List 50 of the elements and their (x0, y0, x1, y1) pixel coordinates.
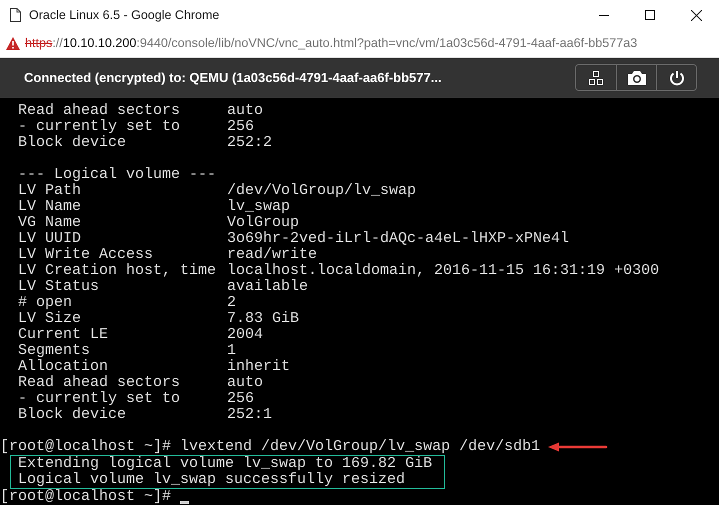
terminal-text: LV Status (18, 279, 100, 295)
terminal-text: /dev/VolGroup/lv_swap (227, 183, 416, 199)
terminal-text: LV Path (18, 183, 82, 199)
terminal-text: Segments (18, 343, 92, 359)
terminal-text: VG Name (18, 215, 82, 231)
terminal-text: - currently set to (18, 119, 182, 135)
terminal-text: VolGroup (227, 215, 300, 231)
maximize-icon (645, 10, 655, 20)
terminal-text: Allocation (18, 359, 110, 375)
terminal-text: Read ahead sectors (18, 103, 182, 119)
close-icon (690, 10, 702, 20)
terminal-text: LV UUID (18, 231, 82, 247)
terminal-text: 2004 (227, 327, 264, 343)
terminal-text: Block device (18, 407, 128, 423)
terminal-text: - currently set to (18, 391, 182, 407)
terminal-text: LV Name (18, 199, 82, 215)
terminal-text: --- Logical volume --- (18, 167, 216, 183)
terminal-text: Extending logical volume lv_swap to 169.82 GiB (18, 456, 434, 472)
terminal-text: 3o69hr-2ved-iLrl-dAQc-a4eL-lHXP-xPNe4l (227, 231, 570, 247)
terminal-text: # open (18, 295, 74, 311)
terminal-text: 1 (227, 343, 236, 359)
terminal-text: auto (227, 103, 264, 119)
terminal-text: Read ahead sectors (18, 375, 182, 391)
terminal-text: inherit (227, 359, 290, 375)
terminal-text: Logical volume lv_swap successfully resized (18, 472, 406, 488)
terminal-text: 252:2 (227, 135, 272, 151)
terminal-text: LV Write Access (18, 247, 154, 263)
keys-icon (589, 70, 603, 85)
terminal-text: localhost.localdomain, 2016-11-15 16:31:19 +0300 (227, 263, 660, 279)
terminal-text: LV Creation host, time (18, 263, 218, 279)
terminal-text: 2 (227, 295, 236, 311)
page-icon (10, 8, 21, 22)
terminal-text: 252:1 (227, 407, 272, 423)
power-button[interactable] (656, 65, 696, 90)
terminal-text: Block device (18, 135, 128, 151)
terminal-text: lv_swap (227, 199, 290, 215)
terminal-text: 256 (227, 391, 254, 407)
terminal-text: LV Size (18, 311, 82, 327)
camera-icon (626, 70, 646, 86)
terminal-text: read/write (227, 247, 318, 263)
connection-status: Connected (encrypted) to: QEMU (1a03c56d-4791-4aaf-aa6f-bb577... (24, 70, 443, 86)
window-title: Oracle Linux 6.5 - Google Chrome (29, 8, 220, 22)
terminal-text: 7.83 GiB (227, 311, 300, 327)
power-icon (668, 70, 684, 86)
command-line: [root@localhost ~]# lvextend /dev/VolGroup/lv_swap /dev/sdb1 (0, 439, 540, 455)
prompt-text: [root@localhost ~]# (0, 489, 172, 505)
terminal-text: Current LE (18, 327, 110, 343)
terminal-text: 256 (227, 119, 254, 135)
terminal-text: available (227, 279, 308, 295)
terminal-text: auto (227, 375, 264, 391)
